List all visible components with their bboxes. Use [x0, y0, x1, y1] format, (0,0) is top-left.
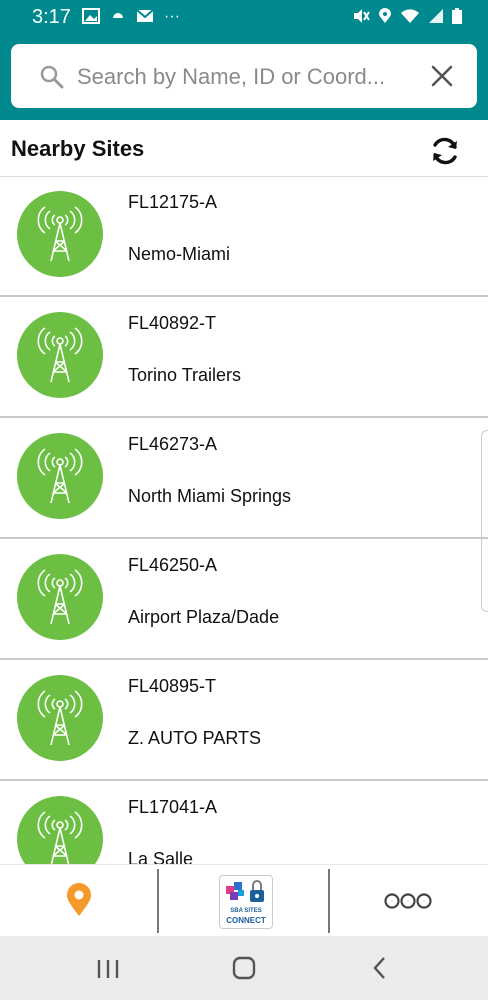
scrollbar[interactable]	[481, 430, 488, 612]
bottom-nav: SBA SITES CONNECT	[0, 864, 488, 937]
list-header: Nearby Sites	[0, 120, 488, 177]
wifi-icon	[400, 8, 420, 29]
logo-line2: CONNECT	[226, 916, 266, 925]
nav-nearby[interactable]	[0, 865, 158, 937]
map-pin-icon	[66, 883, 92, 922]
recents-icon[interactable]	[96, 958, 120, 985]
site-name: Nemo-Miami	[128, 244, 231, 264]
more-icon	[384, 892, 432, 915]
tower-icon	[17, 312, 103, 398]
site-id: FL40892-T	[128, 313, 217, 333]
tower-icon	[17, 675, 103, 761]
search-box[interactable]	[11, 44, 477, 108]
list-item[interactable]: FL46250-A Airport Plaza/Dade	[0, 539, 488, 660]
search-input[interactable]	[75, 60, 419, 94]
list-item[interactable]: FL40892-T Torino Trailers	[0, 297, 488, 418]
status-time: 3:17	[32, 6, 71, 28]
sba-connect-logo: SBA SITES CONNECT	[219, 875, 273, 929]
location-icon	[378, 8, 392, 29]
tower-icon	[17, 796, 103, 864]
search-icon	[39, 64, 65, 95]
list-item[interactable]: FL17041-A La Salle	[0, 781, 488, 864]
tower-icon	[17, 554, 103, 640]
search-bar-container	[0, 36, 488, 120]
system-nav-bar	[0, 936, 488, 1000]
list-item[interactable]: FL40895-T Z. AUTO PARTS	[0, 660, 488, 781]
mail-icon	[136, 8, 154, 29]
nav-more[interactable]	[330, 865, 488, 937]
site-name: Torino Trailers	[128, 365, 242, 385]
site-id: FL46273-A	[128, 434, 218, 454]
site-id: FL40895-T	[128, 676, 217, 696]
page-title: Nearby Sites	[11, 136, 145, 161]
notification-icons: ···	[82, 8, 180, 29]
more-notifications: ···	[164, 8, 180, 25]
home-icon[interactable]	[232, 956, 256, 985]
back-icon[interactable]	[372, 956, 388, 985]
sites-list[interactable]: FL12175-A Nemo-Miami FL40892-T Torino Tr…	[0, 176, 488, 864]
system-icons	[352, 8, 462, 29]
refresh-icon[interactable]	[428, 134, 462, 168]
image-icon	[82, 8, 100, 29]
status-bar: 3:17 ···	[0, 0, 488, 36]
nav-sba-connect[interactable]: SBA SITES CONNECT	[159, 865, 329, 937]
site-name: La Salle	[128, 849, 194, 864]
site-name: Airport Plaza/Dade	[128, 607, 280, 627]
close-icon[interactable]	[427, 61, 457, 91]
mute-icon	[352, 8, 370, 29]
site-id: FL17041-A	[128, 797, 218, 817]
logo-line1: SBA SITES	[230, 908, 262, 914]
tower-icon	[17, 433, 103, 519]
site-name: Z. AUTO PARTS	[128, 728, 262, 748]
battery-icon	[452, 8, 462, 29]
list-item[interactable]: FL46273-A North Miami Springs	[0, 418, 488, 539]
android-icon	[110, 8, 126, 29]
tower-icon	[17, 191, 103, 277]
site-id: FL12175-A	[128, 192, 218, 212]
site-id: FL46250-A	[128, 555, 218, 575]
list-item[interactable]: FL12175-A Nemo-Miami	[0, 176, 488, 297]
site-name: North Miami Springs	[128, 486, 292, 506]
signal-icon	[428, 8, 444, 29]
